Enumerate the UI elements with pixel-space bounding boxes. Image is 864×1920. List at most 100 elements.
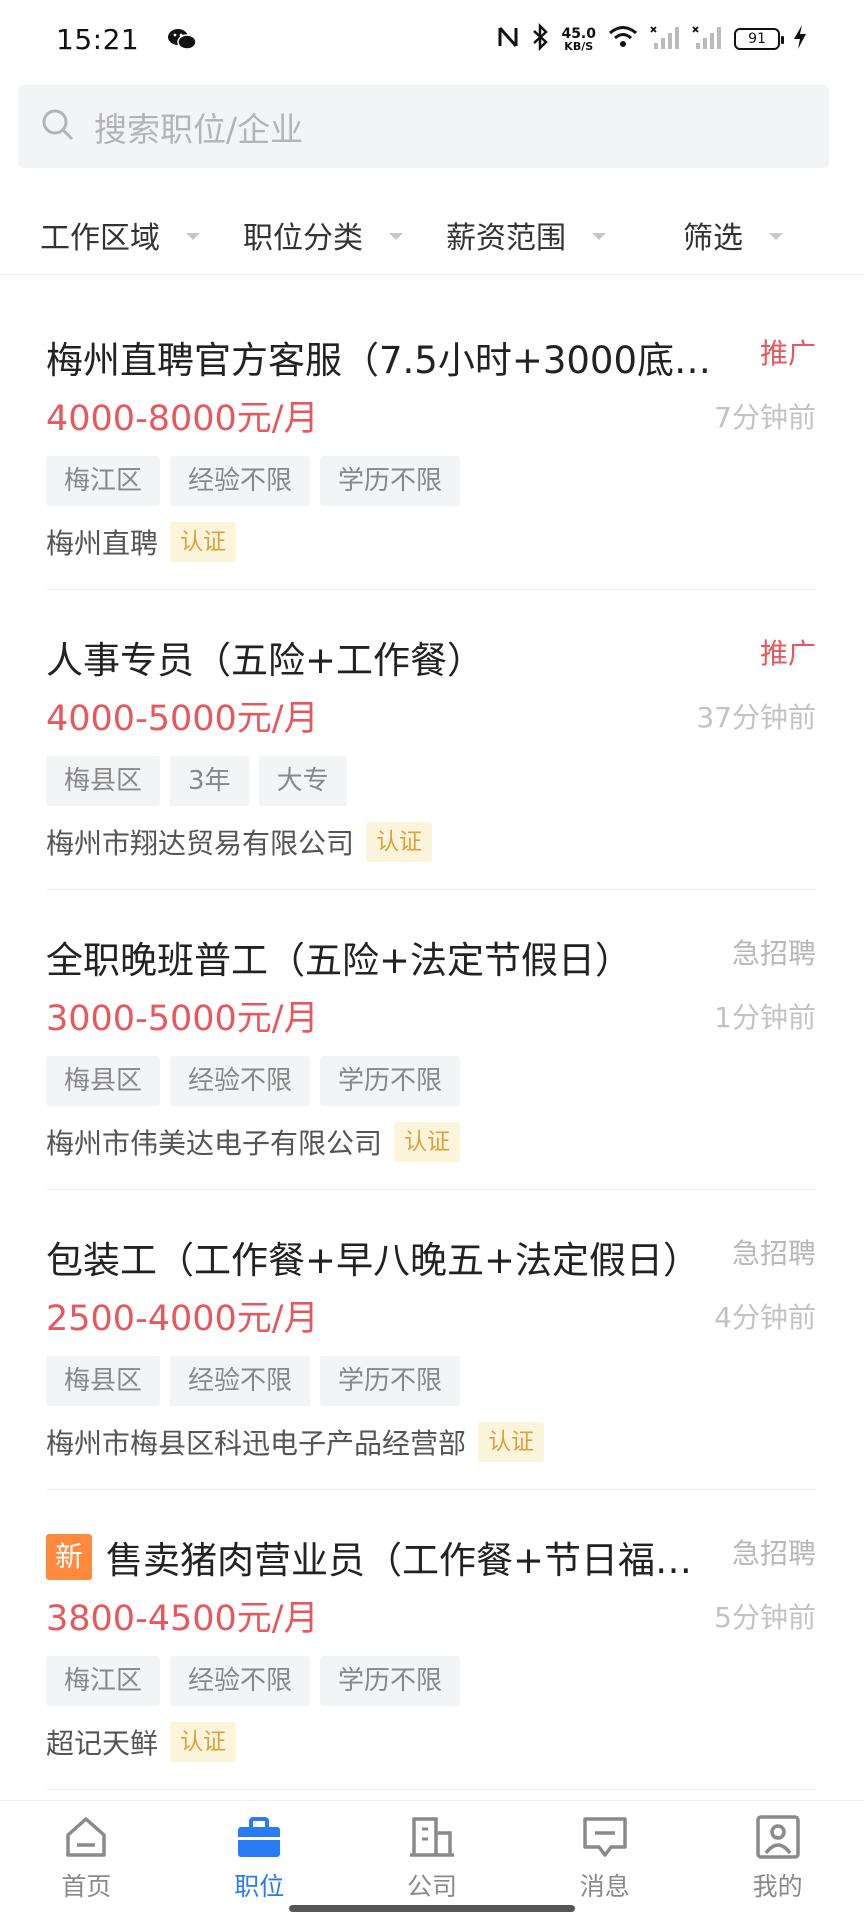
job-company: 梅州市翔达贸易有限公司 认证 [46,822,433,862]
status-bar: 15:21 45.0 KB/S 91 [0,0,864,78]
chevron-down-icon [769,232,783,240]
nav-label: 消息 [579,1872,630,1901]
chip-area: 梅县区 [46,1056,161,1106]
job-chips: 梅江区 经验不限 学历不限 [46,1656,461,1706]
company-name: 梅州市伟美达电子有限公司 [46,1127,383,1160]
job-card[interactable]: 新 售卖猪肉营业员（工作餐+节日福… 急招聘 3800-4500元/月 5分钟前… [46,1490,816,1790]
filter-job-category[interactable]: 职位分类 [243,215,403,256]
net-speed: 45.0 KB/S [561,27,596,52]
home-icon [62,1813,110,1861]
new-badge: 新 [46,1534,92,1580]
chip-area: 梅江区 [46,456,161,506]
chip-area: 梅县区 [46,1356,161,1406]
job-title: 人事专员（五险+工作餐） [46,630,726,684]
building-icon [408,1813,456,1861]
charging-icon [792,24,808,54]
profile-icon [754,1813,802,1861]
urgent-tag: 急招聘 [731,1237,816,1270]
job-list: 梅州直聘官方客服（7.5小时+3000底薪… 推广 4000-8000元/月 7… [46,290,816,1790]
company-name: 梅州市梅县区科迅电子产品经营部 [46,1427,467,1460]
filter-label: 薪资范围 [446,221,566,256]
promo-tag: 推广 [759,337,816,370]
chevron-down-icon [592,232,606,240]
job-card[interactable]: 全职晚班普工（五险+法定节假日） 急招聘 3000-5000元/月 1分钟前 梅… [46,890,816,1190]
bluetooth-icon [531,22,549,55]
chip-experience: 经验不限 [170,1356,311,1406]
job-company: 超记天鲜 认证 [46,1722,237,1762]
job-time: 7分钟前 [714,401,816,434]
chip-education: 学历不限 [320,1056,461,1106]
job-title-text: 全职晚班普工（五险+法定节假日） [46,939,633,982]
signal-icon [650,25,680,53]
battery-icon: 91 [734,28,784,50]
nav-home[interactable]: 首页 [0,1801,173,1920]
job-title: 包装工（工作餐+早八晚五+法定假日） [46,1230,726,1284]
company-name: 梅州市翔达贸易有限公司 [46,827,355,860]
search-bar[interactable]: 搜索职位/企业 [18,85,829,168]
job-title: 全职晚班普工（五险+法定节假日） [46,930,726,984]
job-card[interactable]: 梅州直聘官方客服（7.5小时+3000底薪… 推广 4000-8000元/月 7… [46,290,816,590]
job-title: 新 售卖猪肉营业员（工作餐+节日福… [46,1530,726,1584]
home-indicator[interactable] [289,1905,575,1912]
job-company: 梅州直聘 认证 [46,522,237,562]
job-card[interactable]: 人事专员（五险+工作餐） 推广 4000-5000元/月 37分钟前 梅县区 3… [46,590,816,890]
filter-work-area[interactable]: 工作区域 [40,215,200,256]
net-speed-value: 45.0 [561,25,596,42]
filter-label: 筛选 [683,221,743,256]
job-salary: 2500-4000元/月 [46,1299,319,1339]
job-time: 4分钟前 [714,1301,816,1334]
net-speed-unit: KB/S [564,39,594,53]
job-time: 5分钟前 [714,1601,816,1634]
filter-salary-range[interactable]: 薪资范围 [446,215,606,256]
urgent-tag: 急招聘 [731,1537,816,1570]
job-chips: 梅县区 经验不限 学历不限 [46,1356,461,1406]
company-name: 梅州直聘 [46,527,159,560]
chip-education: 学历不限 [320,456,461,506]
job-title-text: 包装工（工作餐+早八晚五+法定假日） [46,1239,701,1282]
nav-label: 职位 [234,1872,285,1901]
verify-badge: 认证 [170,522,237,562]
job-company: 梅州市伟美达电子有限公司 认证 [46,1122,461,1162]
job-salary: 3000-5000元/月 [46,999,319,1039]
chip-education: 大专 [258,756,347,806]
wifi-icon [608,25,638,53]
job-list-page: 15:21 45.0 KB/S 91 搜索职位/企业 工作区域 职位分类 薪资范… [0,0,864,1920]
bottom-nav: 首页 职位 公司 消息 我的 [0,1800,864,1920]
nav-company[interactable]: 公司 [346,1801,519,1920]
chip-experience: 经验不限 [170,456,311,506]
job-title-text: 梅州直聘官方客服（7.5小时+3000底薪… [46,339,726,382]
verify-badge: 认证 [366,822,433,862]
chip-experience: 经验不限 [170,1656,311,1706]
chip-experience: 经验不限 [170,1056,311,1106]
status-icons: 45.0 KB/S 91 [497,22,808,55]
chip-education: 学历不限 [320,1356,461,1406]
job-salary: 4000-8000元/月 [46,399,319,439]
status-time: 15:21 [56,22,140,56]
job-chips: 梅县区 经验不限 学历不限 [46,1056,461,1106]
job-time: 1分钟前 [714,1001,816,1034]
nav-label: 我的 [752,1872,803,1901]
nav-messages[interactable]: 消息 [518,1801,691,1920]
filter-more[interactable]: 筛选 [683,215,783,256]
job-company: 梅州市梅县区科迅电子产品经营部 认证 [46,1422,545,1462]
chip-area: 梅县区 [46,756,161,806]
job-title-text: 售卖猪肉营业员（工作餐+节日福… [106,1539,693,1582]
verify-badge: 认证 [478,1422,545,1462]
chip-area: 梅江区 [46,1656,161,1706]
nav-label: 公司 [406,1872,457,1901]
wechat-icon [167,27,197,51]
job-card[interactable]: 包装工（工作餐+早八晚五+法定假日） 急招聘 2500-4000元/月 4分钟前… [46,1190,816,1490]
nav-profile[interactable]: 我的 [691,1801,864,1920]
nav-jobs[interactable]: 职位 [173,1801,346,1920]
job-time: 37分钟前 [696,701,816,734]
briefcase-icon [235,1813,283,1861]
job-salary: 3800-4500元/月 [46,1599,319,1639]
urgent-tag: 急招聘 [731,937,816,970]
filter-bar: 工作区域 职位分类 薪资范围 筛选 [0,195,864,275]
search-icon [40,107,76,147]
nav-label: 首页 [61,1872,112,1901]
filter-label: 工作区域 [40,221,160,256]
job-title: 梅州直聘官方客服（7.5小时+3000底薪… [46,330,726,384]
search-input[interactable]: 搜索职位/企业 [94,103,303,151]
nfc-icon [497,24,519,54]
